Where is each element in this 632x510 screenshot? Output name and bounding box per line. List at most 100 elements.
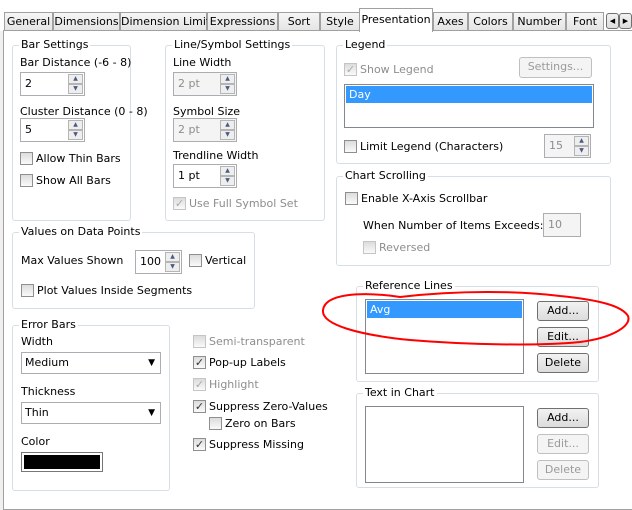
- tab-dimension-limits[interactable]: Dimension Limits: [120, 12, 216, 31]
- tab-sort[interactable]: Sort: [278, 12, 320, 31]
- tab-number[interactable]: Number: [513, 12, 566, 31]
- semi-transparent-checkbox[interactable]: [193, 335, 206, 348]
- trendline-width-label: Trendline Width: [173, 149, 259, 162]
- suppress-zero-label: Suppress Zero-Values: [209, 400, 328, 413]
- symbol-size-value: 2 pt: [178, 123, 200, 136]
- tab-axes[interactable]: Axes: [433, 12, 468, 31]
- limit-legend-checkbox[interactable]: [344, 140, 357, 153]
- max-values-value: 100: [140, 255, 161, 268]
- text-add-button[interactable]: Add...: [537, 408, 589, 428]
- group-title: Chart Scrolling: [343, 169, 428, 183]
- line-width-spinner[interactable]: 2 pt ▲ ▼: [173, 72, 237, 96]
- highlight-label: Highlight: [209, 378, 259, 391]
- legend-settings-button[interactable]: Settings...: [519, 57, 592, 78]
- use-full-symbol-set-label: Use Full Symbol Set: [189, 197, 298, 210]
- trendline-width-value: 1 pt: [178, 169, 200, 182]
- suppress-missing-checkbox[interactable]: ✓: [193, 438, 206, 451]
- popup-labels-label: Pop-up Labels: [209, 356, 286, 369]
- show-legend-label: Show Legend: [360, 63, 434, 76]
- show-all-bars-checkbox[interactable]: [20, 174, 33, 187]
- error-width-value: Medium: [25, 356, 69, 369]
- enable-x-scrollbar-label: Enable X-Axis Scrollbar: [361, 192, 488, 205]
- tab-strip: General Dimensions Dimension Limits Expr…: [0, 0, 632, 32]
- up-arrow-icon[interactable]: ▲: [574, 136, 589, 146]
- down-arrow-icon[interactable]: ▼: [165, 262, 180, 272]
- error-thickness-value: Thin: [25, 406, 49, 419]
- text-delete-button[interactable]: Delete: [537, 460, 589, 480]
- group-title: Legend: [343, 38, 388, 52]
- cluster-distance-spinner[interactable]: 5 ▲ ▼: [20, 118, 85, 142]
- popup-labels-checkbox[interactable]: ✓: [193, 356, 206, 369]
- down-arrow-icon[interactable]: ▼: [220, 176, 235, 186]
- highlight-checkbox[interactable]: ✓: [193, 378, 206, 391]
- limit-legend-label: Limit Legend (Characters): [360, 140, 504, 153]
- chevron-down-icon: ▼: [148, 358, 155, 368]
- tab-presentation[interactable]: Presentation: [359, 8, 433, 32]
- group-title: Line/Symbol Settings: [172, 38, 293, 52]
- plot-inside-segments-checkbox[interactable]: [21, 284, 34, 297]
- text-in-chart-list[interactable]: [365, 406, 524, 483]
- up-arrow-icon[interactable]: ▲: [68, 74, 83, 84]
- legend-list[interactable]: Day: [344, 84, 594, 128]
- up-arrow-icon[interactable]: ▲: [220, 120, 235, 130]
- chevron-down-icon: ▼: [148, 408, 155, 418]
- error-color-label: Color: [21, 435, 50, 448]
- group-title: Values on Data Points: [19, 225, 143, 239]
- group-title: Bar Settings: [19, 38, 91, 52]
- vertical-checkbox[interactable]: [189, 254, 202, 267]
- show-legend-checkbox[interactable]: ✓: [344, 63, 357, 76]
- error-color-swatch[interactable]: [21, 452, 103, 472]
- tab-font[interactable]: Font: [566, 12, 604, 31]
- up-arrow-icon[interactable]: ▲: [68, 120, 83, 130]
- exceeds-value-field[interactable]: 10: [543, 213, 581, 237]
- symbol-size-label: Symbol Size: [173, 105, 241, 118]
- max-values-label: Max Values Shown: [21, 254, 124, 267]
- reference-add-button[interactable]: Add...: [537, 301, 589, 321]
- enable-x-scrollbar-checkbox[interactable]: [345, 192, 358, 205]
- down-arrow-icon[interactable]: ▼: [220, 84, 235, 94]
- max-values-spinner[interactable]: 100 ▲ ▼: [135, 250, 182, 274]
- down-arrow-icon[interactable]: ▼: [68, 84, 83, 94]
- reference-lines-list[interactable]: Avg: [365, 299, 524, 374]
- bar-distance-spinner[interactable]: 2 ▲ ▼: [20, 72, 85, 96]
- tab-style[interactable]: Style: [320, 12, 360, 31]
- tab-dimensions[interactable]: Dimensions: [53, 12, 120, 31]
- tab-expressions[interactable]: Expressions: [207, 12, 278, 31]
- line-width-value: 2 pt: [178, 77, 200, 90]
- use-full-symbol-set-checkbox[interactable]: ✓: [173, 197, 186, 210]
- suppress-missing-label: Suppress Missing: [209, 438, 304, 451]
- bar-distance-label: Bar Distance (-6 - 8): [20, 56, 132, 69]
- allow-thin-bars-checkbox[interactable]: [20, 152, 33, 165]
- error-width-label: Width: [21, 335, 53, 348]
- vertical-label: Vertical: [205, 254, 247, 267]
- zero-on-bars-checkbox[interactable]: [209, 417, 222, 430]
- up-arrow-icon[interactable]: ▲: [220, 166, 235, 176]
- down-arrow-icon[interactable]: ▼: [68, 130, 83, 140]
- down-arrow-icon[interactable]: ▼: [574, 146, 589, 156]
- tab-scroll-left-icon[interactable]: ◀: [606, 13, 619, 29]
- tab-scroll-right-icon[interactable]: ▶: [619, 13, 632, 29]
- plot-inside-segments-label: Plot Values Inside Segments: [37, 284, 193, 297]
- up-arrow-icon[interactable]: ▲: [220, 74, 235, 84]
- allow-thin-bars-label: Allow Thin Bars: [36, 152, 121, 165]
- trendline-width-spinner[interactable]: 1 pt ▲ ▼: [173, 164, 237, 188]
- tab-general[interactable]: General: [4, 12, 53, 31]
- cluster-distance-value: 5: [25, 123, 32, 136]
- reference-delete-button[interactable]: Delete: [537, 353, 589, 373]
- symbol-size-spinner[interactable]: 2 pt ▲ ▼: [173, 118, 237, 142]
- legend-list-item[interactable]: Day: [346, 86, 592, 103]
- error-thickness-dropdown[interactable]: Thin ▼: [21, 402, 161, 424]
- error-width-dropdown[interactable]: Medium ▼: [21, 352, 161, 374]
- group-title: Text in Chart: [363, 386, 437, 400]
- down-arrow-icon[interactable]: ▼: [220, 130, 235, 140]
- suppress-zero-checkbox[interactable]: ✓: [193, 400, 206, 413]
- text-edit-button[interactable]: Edit...: [537, 434, 589, 454]
- up-arrow-icon[interactable]: ▲: [165, 252, 180, 262]
- limit-legend-spinner[interactable]: 15 ▲ ▼: [544, 134, 591, 158]
- reference-edit-button[interactable]: Edit...: [537, 327, 589, 347]
- reference-line-item[interactable]: Avg: [367, 301, 522, 318]
- exceeds-value: 10: [548, 218, 562, 231]
- tab-colors[interactable]: Colors: [468, 12, 513, 31]
- reversed-label: Reversed: [379, 241, 431, 254]
- reversed-checkbox[interactable]: [363, 241, 376, 254]
